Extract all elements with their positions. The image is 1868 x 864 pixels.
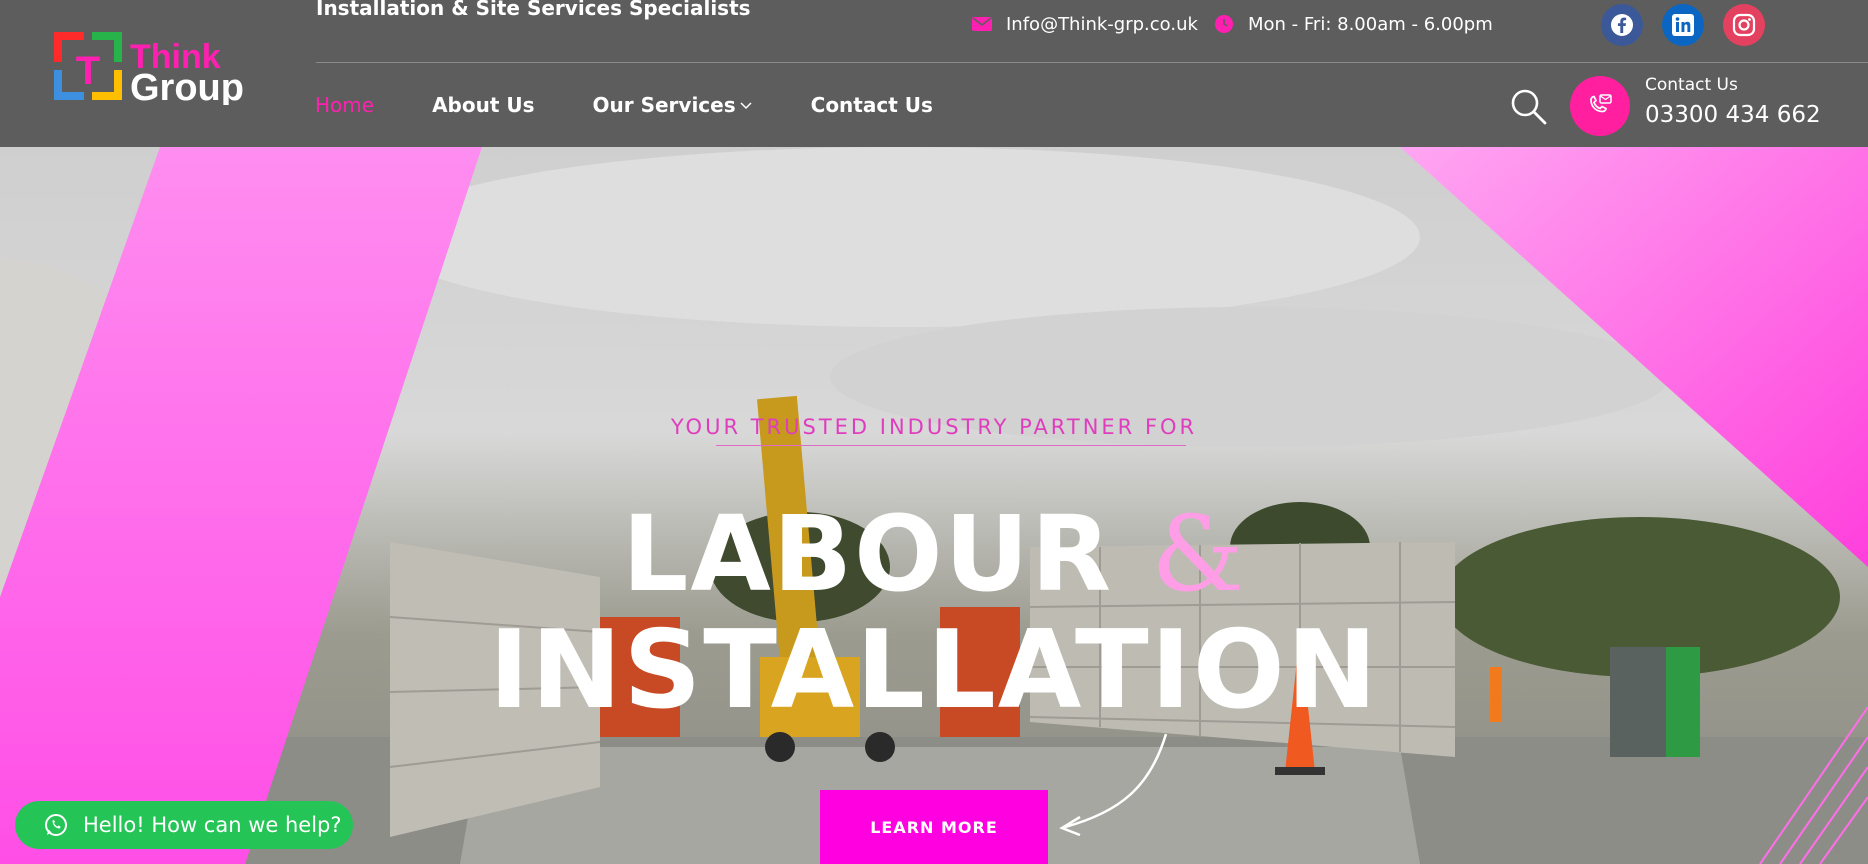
nav-home[interactable]: Home [315,93,374,117]
hero-headline-line1: LABOUR & [0,499,1868,609]
email-link[interactable]: Info@Think-grp.co.uk [972,12,1198,36]
contact-label: Contact Us [1645,75,1738,95]
mail-icon [972,14,992,34]
clock-icon [1214,14,1234,34]
contact-phone-number[interactable]: 03300 434 662 [1645,102,1821,128]
linkedin-link[interactable] [1662,4,1704,46]
search-button[interactable] [1510,88,1548,126]
instagram-link[interactable] [1723,4,1765,46]
header-divider [316,62,1868,63]
facebook-icon [1611,14,1633,36]
nav-our-services[interactable]: Our Services [593,93,753,117]
facebook-link[interactable] [1601,4,1643,46]
whatsapp-text: Hello! How can we help? [83,813,342,837]
chevron-down-icon [740,102,752,110]
headline-ampersand: & [1151,493,1246,615]
whatsapp-chat-button[interactable]: Hello! How can we help? [15,801,353,849]
phone-icon [1590,94,1612,113]
site-header: T Think Group Installation & Site Servic… [0,0,1868,147]
learn-more-button[interactable]: LEARN MORE [820,790,1048,864]
overline-underline [716,445,1186,446]
tagline: Installation & Site Services Specialists [316,0,751,20]
email-text: Info@Think-grp.co.uk [1006,13,1198,35]
logo-mark-icon: T Think Group [54,32,244,109]
hero-headline-line2: INSTALLATION [488,608,1380,733]
hours-text: Mon - Fri: 8.00am - 6.00pm [1248,13,1493,35]
hero-overline: YOUR TRUSTED INDUSTRY PARTNER FOR [670,415,1198,439]
hero-section: YOUR TRUSTED INDUSTRY PARTNER FOR LABOUR… [0,147,1868,864]
think-group-logo[interactable]: T Think Group [52,30,262,109]
svg-text:T: T [76,49,100,93]
headline-word-labour: LABOUR [622,493,1114,615]
whatsapp-icon [45,814,67,836]
nav-our-services-label: Our Services [592,93,736,117]
opening-hours: Mon - Fri: 8.00am - 6.00pm [1214,12,1493,36]
svg-text:Group: Group [130,67,244,105]
instagram-icon [1732,13,1756,37]
nav-contact-us[interactable]: Contact Us [811,93,933,117]
linkedin-icon [1672,14,1694,36]
search-icon [1511,89,1547,125]
main-navigation: Home About Us Our Services Contact Us [315,92,991,118]
nav-about-us[interactable]: About Us [432,93,534,117]
phone-call-button[interactable] [1570,76,1630,136]
